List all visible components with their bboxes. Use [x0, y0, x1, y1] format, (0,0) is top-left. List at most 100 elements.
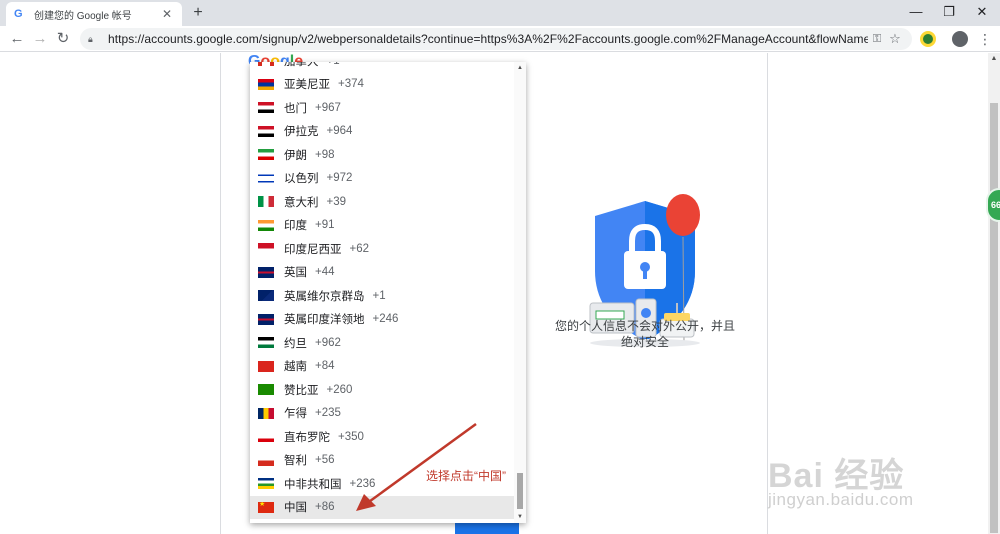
flag-zm-icon — [258, 384, 274, 396]
country-option-ye[interactable]: 也门 +967 — [250, 96, 514, 120]
flag-vn-icon — [258, 360, 274, 372]
flag-in-icon — [258, 219, 274, 231]
country-name: 加拿大 — [284, 62, 319, 69]
flag-ir-icon — [258, 149, 274, 161]
country-option-in[interactable]: 印度 +91 — [250, 214, 514, 238]
country-dial-code: +91 — [315, 219, 335, 232]
key-icon[interactable]: ⚿ — [868, 33, 886, 46]
country-option-jo[interactable]: 约旦 +962 — [250, 331, 514, 355]
flag-gi-icon — [258, 431, 274, 443]
country-option-gb[interactable]: 英属印度洋领地 +246 — [250, 308, 514, 332]
country-name: 英国 — [284, 267, 307, 280]
floating-badge[interactable]: 66 — [986, 188, 1000, 222]
annotation-text: 选择点击“中国” — [426, 469, 506, 483]
country-dial-code: +98 — [315, 148, 335, 161]
country-name: 越南 — [284, 361, 307, 374]
dropdown-scrollbar[interactable]: ▲ ▼ — [514, 62, 526, 523]
country-option-ca[interactable]: 加拿大 +1 — [250, 62, 514, 73]
country-dial-code: +86 — [315, 501, 335, 514]
flag-am-icon — [258, 78, 274, 90]
country-dial-code: +44 — [315, 266, 335, 279]
country-dial-code: +964 — [326, 125, 353, 138]
country-dial-code: +246 — [372, 313, 399, 326]
country-option-il[interactable]: 以色列 +972 — [250, 167, 514, 191]
flag-il-icon — [258, 172, 274, 184]
restore-icon[interactable]: ❐ — [931, 0, 967, 26]
country-name: 中非共和国 — [284, 478, 342, 491]
country-dial-code: +235 — [315, 407, 341, 420]
country-name: 约旦 — [284, 337, 307, 350]
dropdown-scrollbar-thumb[interactable] — [517, 473, 523, 509]
country-name: 印度尼西亚 — [284, 243, 342, 256]
country-option-vn[interactable]: 越南 +84 — [250, 355, 514, 379]
flag-gb-icon — [258, 266, 274, 278]
page-scrollbar[interactable]: ▲ — [988, 53, 1000, 534]
privacy-line: 您的个人信息不会对外公开，并且 — [554, 319, 735, 333]
scrollbar-thumb[interactable] — [990, 103, 998, 533]
flag-iq-icon — [258, 125, 274, 137]
country-name: 伊拉克 — [284, 126, 319, 139]
country-dial-code: +1 — [372, 289, 386, 302]
flag-ca-icon — [258, 62, 274, 67]
scroll-up-icon[interactable]: ▲ — [988, 53, 1000, 65]
browser-toolbar: ← → ↻ 🔒︎ https://accounts.google.com/sig… — [0, 26, 1000, 52]
country-name: 乍得 — [284, 408, 307, 421]
flag-jo-icon — [258, 337, 274, 349]
country-option-iq[interactable]: 伊拉克 +964 — [250, 120, 514, 144]
tab-close-icon[interactable]: ✕ — [160, 7, 174, 21]
country-name: 智利 — [284, 455, 307, 468]
tab-strip: G 创建您的 Google 帐号 ✕ + — ❐ ✕ — [0, 0, 1000, 26]
country-option-id[interactable]: 印度尼西亚 +62 — [250, 237, 514, 261]
flag-cl-icon — [258, 454, 274, 466]
country-option-it[interactable]: 意大利 +39 — [250, 190, 514, 214]
country-dial-code: +962 — [315, 336, 341, 349]
country-dial-code: +39 — [326, 195, 347, 208]
scroll-down-icon[interactable]: ▼ — [514, 511, 526, 523]
country-dial-code: +972 — [326, 172, 353, 185]
flag-td-icon — [258, 407, 274, 419]
browser-tab[interactable]: G 创建您的 Google 帐号 ✕ — [6, 2, 182, 26]
lock-icon: 🔒︎ — [88, 33, 93, 44]
country-name: 英属维尔京群岛 — [284, 290, 365, 303]
flag-vg-icon — [258, 290, 274, 302]
reload-icon[interactable]: ↻ — [52, 28, 74, 50]
country-name: 亚美尼亚 — [284, 79, 330, 92]
window-close-icon[interactable]: ✕ — [964, 0, 1000, 26]
baidu-watermark-url: jingyan.baidu.com — [768, 490, 914, 509]
scroll-up-icon[interactable]: ▲ — [514, 62, 526, 74]
flag-ye-icon — [258, 102, 274, 114]
bookmark-star-icon[interactable]: ☆ — [886, 31, 904, 47]
country-name: 也门 — [284, 102, 307, 115]
country-option-vg[interactable]: 英属维尔京群岛 +1 — [250, 284, 514, 308]
country-option-am[interactable]: 亚美尼亚 +374 — [250, 73, 514, 97]
flag-gb-icon — [258, 313, 274, 325]
country-name: 直布罗陀 — [284, 431, 330, 444]
country-name: 以色列 — [284, 173, 319, 186]
country-name: 伊朗 — [284, 149, 307, 162]
account-avatar-icon[interactable] — [952, 31, 968, 47]
privacy-text: 您的个人信息不会对外公开，并且 绝对安全 — [540, 318, 750, 350]
country-dial-code: +62 — [349, 242, 370, 255]
address-bar[interactable]: 🔒︎ https://accounts.google.com/signup/v2… — [80, 28, 912, 50]
country-dial-code: +1 — [327, 62, 340, 67]
country-option-gb[interactable]: 英国 +44 — [250, 261, 514, 285]
country-name: 印度 — [284, 220, 307, 233]
country-dial-code: +374 — [338, 78, 364, 91]
flag-cf-icon — [258, 478, 274, 490]
new-tab-button[interactable]: + — [188, 3, 208, 23]
google-favicon-icon: G — [14, 8, 23, 20]
country-option-zm[interactable]: 赞比亚 +260 — [250, 378, 514, 402]
menu-kebab-icon[interactable]: ⋮ — [974, 28, 996, 50]
flag-id-icon — [258, 243, 274, 255]
url-text: https://accounts.google.com/signup/v2/we… — [108, 32, 868, 46]
country-dial-code: +260 — [326, 383, 353, 396]
country-dial-code: +967 — [315, 101, 341, 114]
extension-icon[interactable] — [920, 31, 936, 47]
minimize-icon[interactable]: — — [898, 0, 934, 26]
country-dial-code: +56 — [315, 454, 335, 467]
forward-arrow-icon[interactable]: → — [29, 28, 51, 50]
privacy-line: 绝对安全 — [620, 335, 669, 349]
country-option-ir[interactable]: 伊朗 +98 — [250, 143, 514, 167]
country-name: 中国 — [284, 502, 307, 515]
back-arrow-icon[interactable]: ← — [6, 28, 28, 50]
